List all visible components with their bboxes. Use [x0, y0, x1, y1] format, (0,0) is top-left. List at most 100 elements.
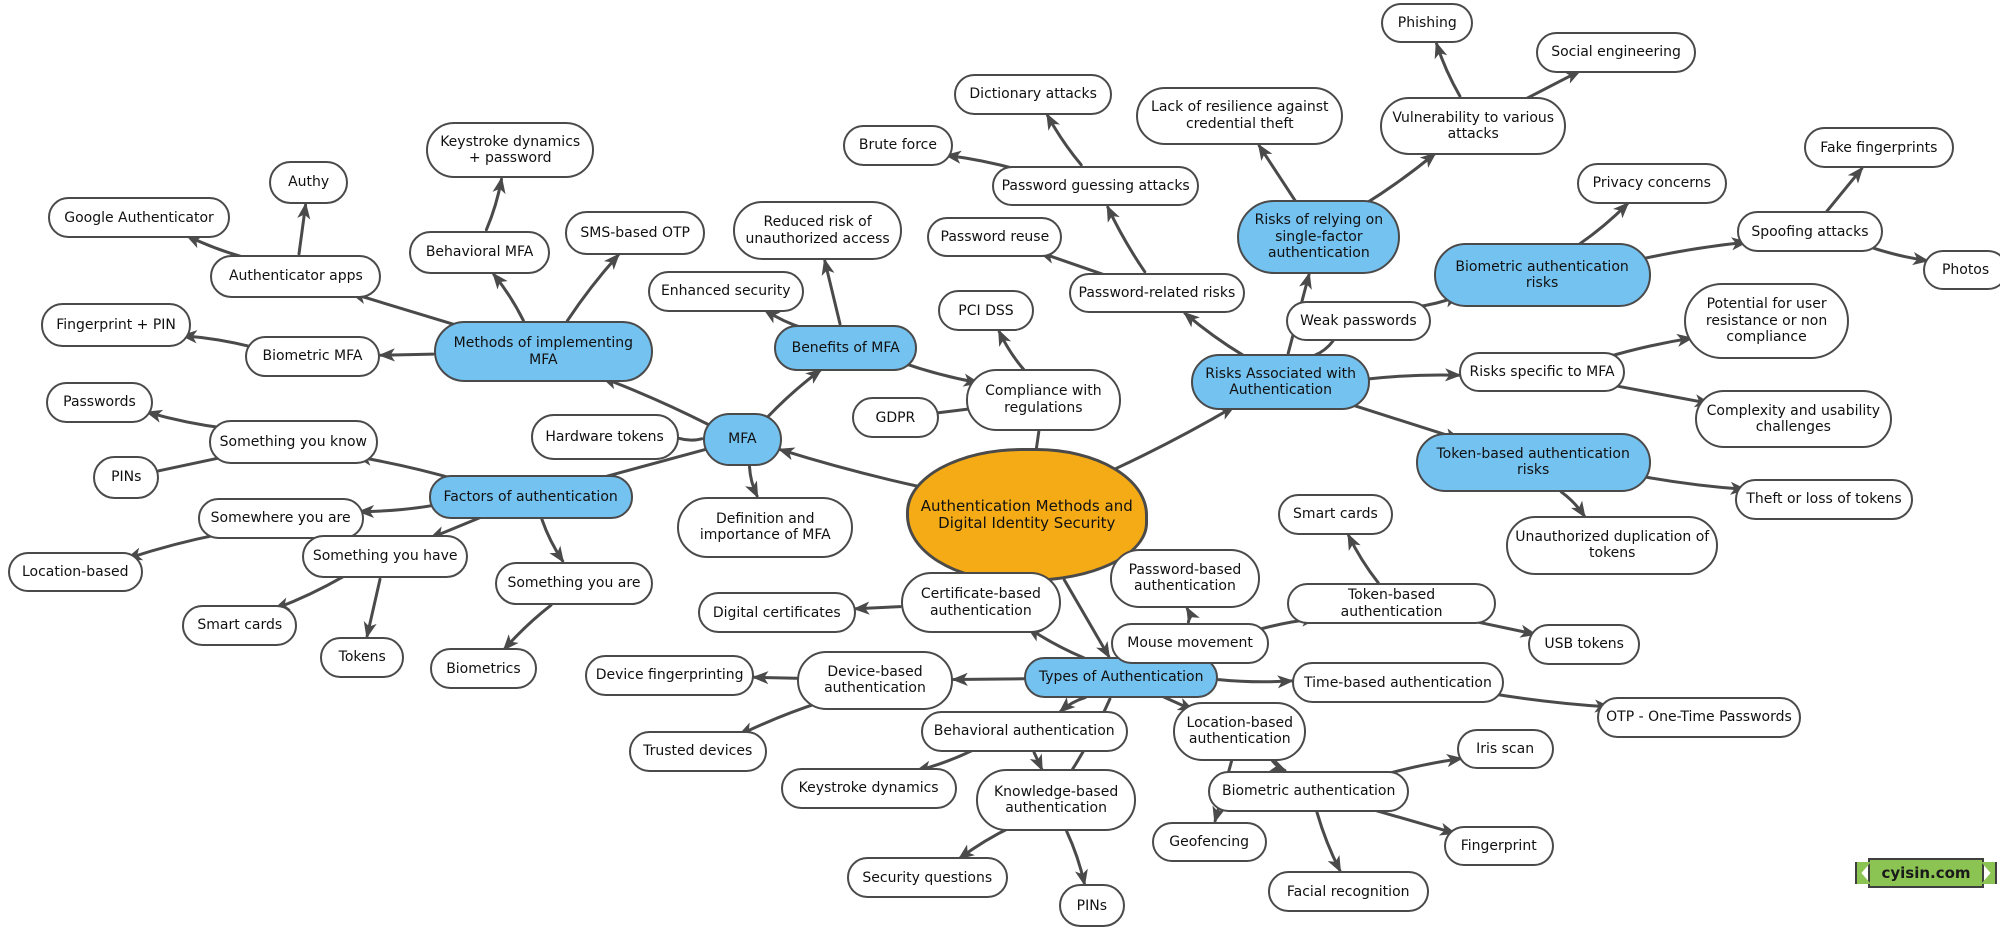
mindmap-node-tokens_f[interactable]: Tokens — [320, 636, 405, 678]
mindmap-node-are[interactable]: Something you are — [494, 561, 654, 606]
mindmap-node-otp[interactable]: OTP - One-Time Passwords — [1596, 696, 1802, 738]
mindmap-node-methods_mfa[interactable]: Methods of implementing MFA — [433, 321, 654, 383]
mindmap-node-behavioral_auth[interactable]: Behavioral authentication — [920, 710, 1128, 752]
mindmap-node-time_auth[interactable]: Time-based authentication — [1292, 662, 1504, 704]
mindmap-edge — [357, 503, 437, 519]
mindmap-edge — [1217, 675, 1294, 689]
mindmap-node-spoofing[interactable]: Spoofing attacks — [1737, 211, 1883, 253]
mindmap-node-location_based[interactable]: Location-based — [7, 551, 143, 593]
mindmap-node-label: Authenticator apps — [228, 268, 363, 285]
mindmap-node-label: Complexity and usability challenges — [1706, 402, 1881, 436]
mindmap-node-token_auth[interactable]: Token-based authentication — [1286, 583, 1497, 625]
mindmap-node-cert_auth[interactable]: Certificate-based authentication — [900, 572, 1062, 634]
mindmap-node-label: Privacy concerns — [1592, 175, 1711, 192]
mindmap-node-trusted_dev[interactable]: Trusted devices — [628, 731, 767, 773]
mindmap-node-google_auth[interactable]: Google Authenticator — [48, 197, 230, 239]
mindmap-node-passwords[interactable]: Passwords — [45, 382, 154, 423]
mindmap-node-enhanced_sec[interactable]: Enhanced security — [647, 271, 804, 313]
mindmap-edge — [1046, 113, 1083, 167]
mindmap-node-sec_questions[interactable]: Security questions — [846, 857, 1008, 899]
mindmap-node-sms_otp[interactable]: SMS-based OTP — [565, 211, 706, 255]
mindmap-node-theft_tokens[interactable]: Theft or loss of tokens — [1734, 479, 1914, 520]
mindmap-node-user_resist[interactable]: Potential for user resistance or non com… — [1683, 282, 1850, 360]
mindmap-node-smart_cards_f[interactable]: Smart cards — [182, 605, 298, 646]
mindmap-node-somewhere[interactable]: Somewhere you are — [197, 498, 364, 539]
mindmap-node-label: Lack of resilience against credential th… — [1151, 99, 1329, 132]
mindmap-node-pci_dss[interactable]: PCI DSS — [937, 290, 1035, 332]
mindmap-node-def_mfa[interactable]: Definition and importance of MFA — [677, 496, 854, 558]
mindmap-edge — [751, 671, 798, 685]
mindmap-node-auth_apps[interactable]: Authenticator apps — [210, 254, 382, 299]
mindmap-edge — [997, 329, 1026, 371]
mindmap-edge — [297, 202, 311, 256]
mindmap-node-reduced_risk[interactable]: Reduced risk of unauthorized access — [733, 201, 902, 260]
mindmap-node-loc_auth[interactable]: Location-based authentication — [1173, 701, 1307, 761]
mindmap-node-label: Device fingerprinting — [595, 666, 744, 683]
mindmap-node-smart_cards_t[interactable]: Smart cards — [1278, 494, 1393, 536]
mindmap-node-geofencing[interactable]: Geofencing — [1151, 821, 1267, 863]
mindmap-node-device_auth[interactable]: Device-based authentication — [797, 651, 953, 710]
mindmap-node-facial_rec[interactable]: Facial recognition — [1267, 871, 1429, 913]
mindmap-node-label: Brute force — [858, 136, 937, 153]
mindmap-node-biometrics_f[interactable]: Biometrics — [429, 648, 537, 690]
mindmap-edge — [180, 330, 254, 349]
mindmap-node-authy[interactable]: Authy — [269, 160, 349, 204]
mindmap-node-mfa[interactable]: MFA — [702, 412, 782, 467]
mindmap-node-unauth_dup[interactable]: Unauthorized duplication of tokens — [1506, 515, 1719, 575]
mindmap-node-root[interactable]: Authentication Methods and Digital Ident… — [905, 448, 1148, 583]
mindmap-node-iris_scan[interactable]: Iris scan — [1456, 728, 1554, 770]
mindmap-node-know[interactable]: Something you know — [209, 420, 378, 464]
mindmap-node-lack_resil[interactable]: Lack of resilience against credential th… — [1136, 86, 1344, 146]
mindmap-node-fake_fp[interactable]: Fake fingerprints — [1803, 127, 1955, 169]
mindmap-node-knowledge_auth[interactable]: Knowledge-based authentication — [975, 769, 1137, 831]
mindmap-node-dict_attacks[interactable]: Dictionary attacks — [954, 73, 1113, 115]
mindmap-node-benefits_mfa[interactable]: Benefits of MFA — [774, 324, 918, 371]
mindmap-node-vuln_attacks[interactable]: Vulnerability to various attacks — [1380, 96, 1567, 156]
mindmap-node-photos[interactable]: Photos — [1923, 249, 2000, 291]
mindmap-node-gdpr[interactable]: GDPR — [852, 397, 939, 439]
mindmap-edge — [1183, 311, 1246, 358]
mindmap-node-pwd_reuse[interactable]: Password reuse — [927, 216, 1063, 258]
mindmap-node-token_risks[interactable]: Token-based authentication risks — [1415, 433, 1651, 492]
mindmap-node-biometric_risks[interactable]: Biometric authentication risks — [1433, 243, 1651, 308]
mindmap-node-keystroke_pwd[interactable]: Keystroke dynamics + password — [426, 122, 595, 179]
mindmap-node-usb_tokens[interactable]: USB tokens — [1528, 624, 1641, 665]
mindmap-node-risks_single[interactable]: Risks of relying on single-factor authen… — [1237, 200, 1401, 274]
mindmap-node-have[interactable]: Something you have — [302, 535, 469, 579]
mindmap-node-brute_force[interactable]: Brute force — [843, 124, 953, 166]
mindmap-node-behavioral_mfa[interactable]: Behavioral MFA — [409, 230, 550, 274]
mindmap-node-digital_certs[interactable]: Digital certificates — [697, 592, 856, 634]
watermark-badge: cyisin.com — [1868, 858, 1984, 888]
mindmap-node-device_fp[interactable]: Device fingerprinting — [585, 654, 754, 696]
mindmap-node-keystroke_dyn[interactable]: Keystroke dynamics — [780, 768, 957, 809]
mindmap-node-risks_assoc[interactable]: Risks Associated with Authentication — [1191, 354, 1370, 411]
mindmap-node-pwd_guess[interactable]: Password guessing attacks — [992, 165, 1199, 207]
mindmap-node-compliance[interactable]: Compliance with regulations — [965, 369, 1122, 431]
mindmap-node-hw_tokens[interactable]: Hardware tokens — [530, 414, 679, 460]
mindmap-edge — [1637, 474, 1747, 495]
mindmap-node-biometric_mfa[interactable]: Biometric MFA — [244, 336, 381, 378]
mindmap-node-complexity[interactable]: Complexity and usability challenges — [1695, 389, 1892, 449]
mindmap-node-pins_f[interactable]: PINs — [93, 456, 160, 500]
mindmap-node-factors[interactable]: Factors of authentication — [428, 475, 633, 519]
mindmap-node-risks_mfa[interactable]: Risks specific to MFA — [1459, 351, 1625, 393]
mindmap-node-fp_pin[interactable]: Fingerprint + PIN — [40, 303, 192, 347]
mindmap-edge — [1603, 333, 1694, 360]
mindmap-node-label: Risks Associated with Authentication — [1205, 365, 1356, 399]
mindmap-node-biometric_auth[interactable]: Biometric authentication — [1207, 770, 1410, 812]
mindmap-node-label: Digital certificates — [712, 604, 841, 621]
mindmap-edge — [1636, 237, 1749, 262]
mindmap-node-pwd_auth[interactable]: Password-based authentication — [1109, 549, 1261, 608]
mindmap-edge — [540, 517, 565, 564]
mindmap-node-pwd_risks[interactable]: Password-related risks — [1068, 272, 1245, 314]
mindmap-edge — [957, 825, 1014, 860]
mindmap-node-mouse_move[interactable]: Mouse movement — [1110, 622, 1270, 664]
mindmap-node-phishing[interactable]: Phishing — [1381, 2, 1474, 44]
mindmap-edge — [492, 272, 525, 323]
mindmap-node-privacy[interactable]: Privacy concerns — [1576, 163, 1728, 204]
mindmap-node-fingerprint_t[interactable]: Fingerprint — [1443, 825, 1554, 867]
mindmap-node-pins_t[interactable]: PINs — [1058, 884, 1125, 928]
mindmap-node-social_eng[interactable]: Social engineering — [1535, 31, 1697, 73]
mindmap-edge — [737, 700, 823, 737]
mindmap-node-weak_pwd[interactable]: Weak passwords — [1285, 300, 1432, 342]
